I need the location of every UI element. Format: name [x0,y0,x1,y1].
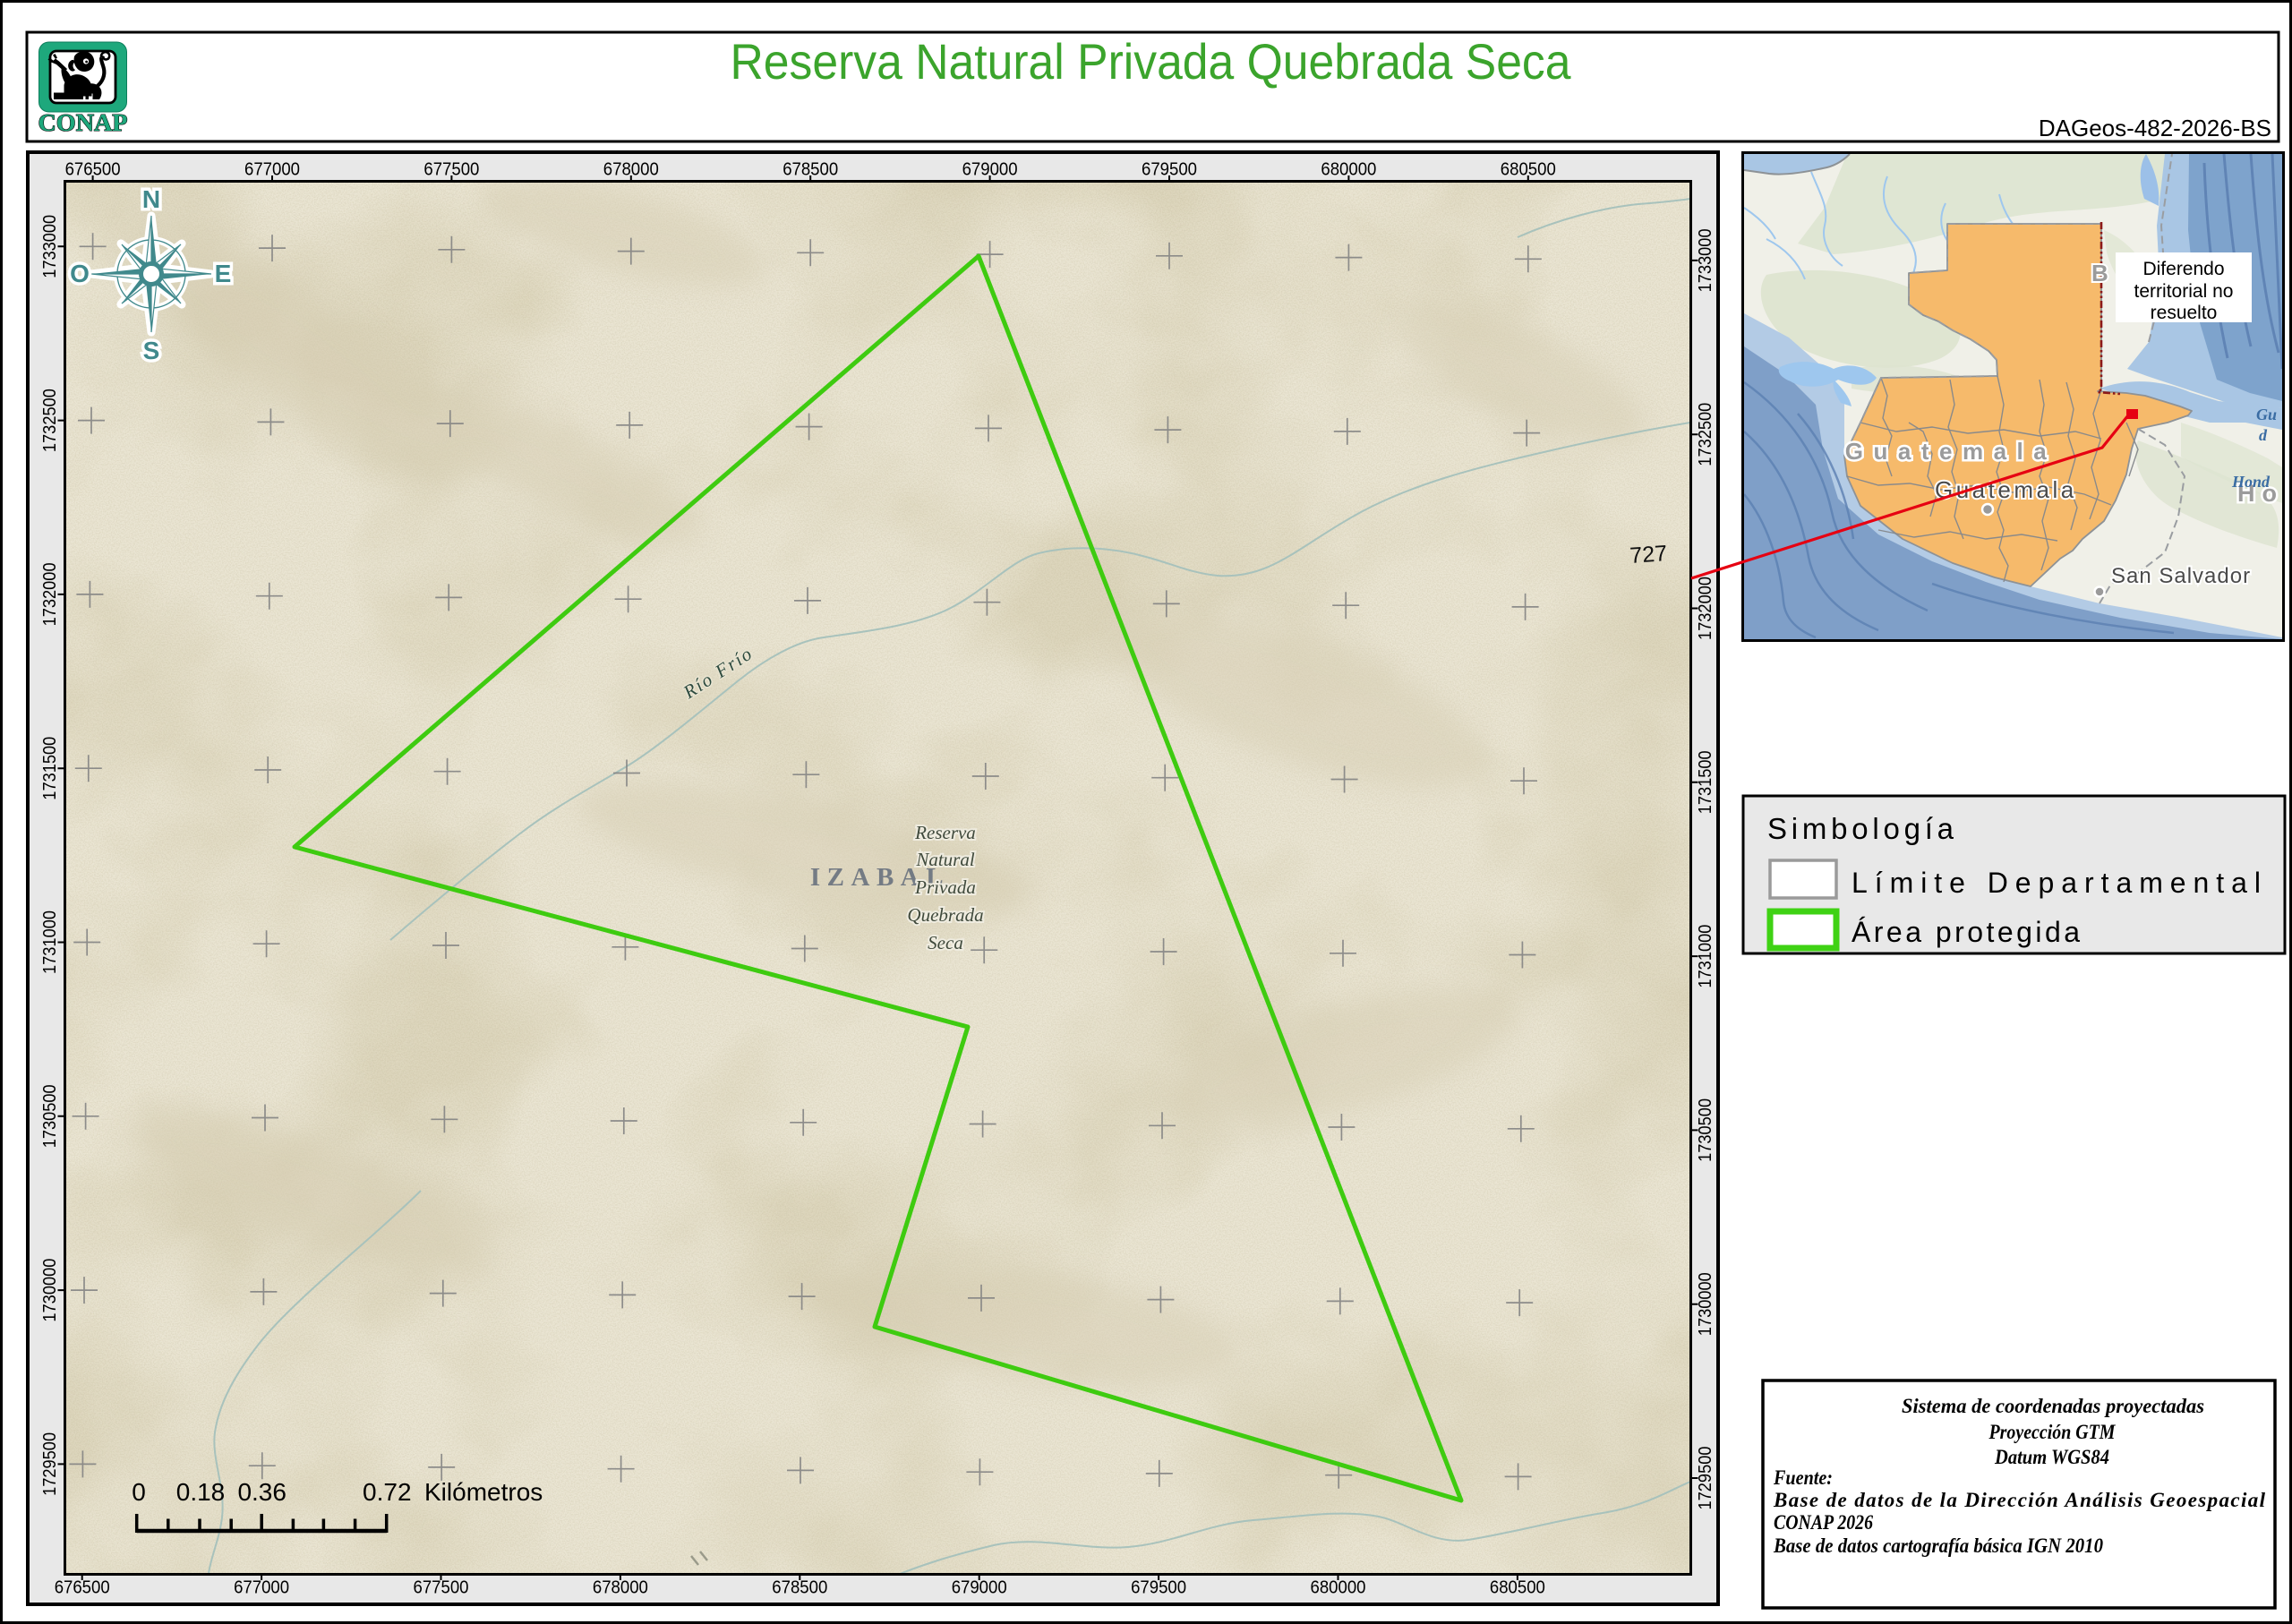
svg-text:677500: 677500 [423,159,479,180]
svg-text:676500: 676500 [65,159,121,180]
svg-text:S: S [143,337,160,364]
svg-text:1731500: 1731500 [39,737,60,800]
svg-text:0: 0 [132,1478,146,1506]
svg-text:680500: 680500 [1501,159,1556,180]
svg-text:677500: 677500 [414,1577,469,1598]
svg-text:Base de datos de la Dirección: Base de datos de la Dirección Análisis G… [1773,1489,2266,1511]
svg-text:679000: 679000 [962,159,1018,180]
svg-text:Privada: Privada [914,876,976,898]
svg-text:Fuente:: Fuente: [1773,1466,1833,1489]
svg-text:676500: 676500 [55,1577,110,1598]
svg-text:San Salvador: San Salvador [2111,564,2251,588]
svg-text:d: d [2259,426,2268,444]
svg-text:679000: 679000 [952,1577,1007,1598]
svg-text:Proyección GTM: Proyección GTM [1988,1421,2117,1443]
svg-text:1729500: 1729500 [1695,1447,1715,1510]
svg-text:CONAP 2026: CONAP 2026 [1774,1511,1873,1534]
svg-text:1730500: 1730500 [39,1084,60,1148]
svg-text:Seca: Seca [928,932,963,953]
svg-text:Simbología: Simbología [1767,812,1954,845]
svg-text:DAGeos-482-2026-BS: DAGeos-482-2026-BS [2039,115,2271,141]
svg-text:Guatemala: Guatemala [1845,438,2057,465]
svg-text:1731500: 1731500 [1695,750,1715,814]
svg-text:678500: 678500 [772,1577,827,1598]
svg-text:N: N [142,185,160,213]
svg-text:Datum WGS84: Datum WGS84 [1994,1446,2109,1468]
svg-text:0.18: 0.18 [176,1478,226,1506]
svg-text:679500: 679500 [1131,1577,1186,1598]
svg-text:678500: 678500 [783,159,838,180]
svg-text:1731000: 1731000 [39,910,60,974]
svg-text:727: 727 [1629,541,1668,568]
svg-text:1732000: 1732000 [39,562,60,626]
svg-text:resuelto: resuelto [2151,303,2218,323]
svg-text:Diferendo: Diferendo [2142,259,2224,279]
svg-text:Guatemala: Guatemala [1935,476,2077,503]
svg-text:1730000: 1730000 [1695,1272,1715,1336]
svg-text:0.72: 0.72 [363,1478,412,1506]
svg-text:1732500: 1732500 [39,389,60,452]
svg-text:678000: 678000 [603,159,659,180]
svg-text:Quebrada: Quebrada [907,904,983,926]
svg-text:Reserva Natural Privada Quebra: Reserva Natural Privada Quebrada Seca [731,33,1572,90]
svg-text:Hond: Hond [2231,473,2271,491]
svg-text:680000: 680000 [1311,1577,1366,1598]
svg-text:1732500: 1732500 [1695,403,1715,466]
svg-text:1729500: 1729500 [39,1432,60,1496]
svg-text:680500: 680500 [1490,1577,1545,1598]
svg-text:1733000: 1733000 [1695,228,1715,292]
svg-text:679500: 679500 [1142,159,1197,180]
svg-text:677000: 677000 [234,1577,289,1598]
svg-text:1732000: 1732000 [1695,577,1715,640]
svg-text:1731000: 1731000 [1695,925,1715,988]
svg-text:CONAP: CONAP [38,109,128,136]
svg-text:680000: 680000 [1321,159,1376,180]
svg-text:1730000: 1730000 [39,1259,60,1322]
svg-text:Sistema de coordenadas proyect: Sistema de coordenadas proyectadas [1902,1395,2204,1417]
svg-text:677000: 677000 [244,159,300,180]
svg-text:O: O [70,260,90,287]
svg-text:678000: 678000 [593,1577,648,1598]
svg-text:E: E [215,260,232,287]
svg-text:1733000: 1733000 [39,215,60,278]
svg-text:Kilómetros: Kilómetros [424,1478,543,1506]
svg-text:Reserva: Reserva [914,822,976,843]
svg-text:Base de datos cartografía bási: Base de datos cartografía básica IGN 201… [1773,1534,2103,1557]
svg-text:1730500: 1730500 [1695,1098,1715,1162]
svg-text:Gu: Gu [2256,406,2277,423]
svg-text:0.36: 0.36 [237,1478,286,1506]
svg-text:B: B [2091,260,2108,286]
svg-text:Natural: Natural [915,849,975,870]
svg-text:territorial no: territorial no [2134,281,2234,302]
